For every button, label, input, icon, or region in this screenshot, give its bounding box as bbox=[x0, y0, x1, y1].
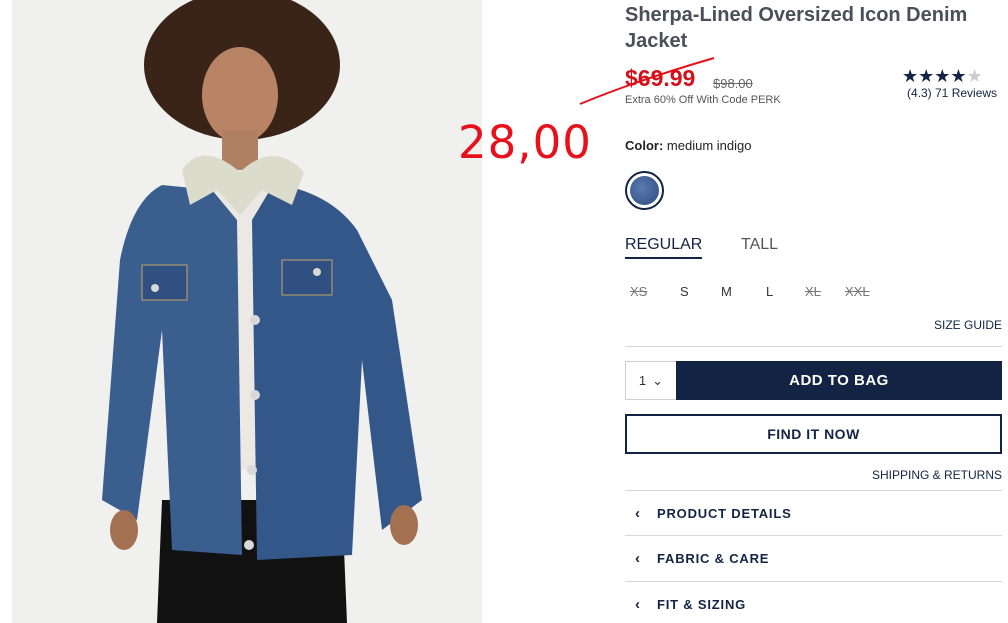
half-star-icon: ★ bbox=[966, 66, 983, 86]
chevron-left-icon: ‹ bbox=[635, 595, 640, 613]
divider bbox=[625, 490, 1002, 491]
fit-tab-regular[interactable]: REGULAR bbox=[625, 236, 703, 259]
divider bbox=[625, 581, 1002, 582]
size-xl[interactable]: XL bbox=[805, 284, 821, 299]
add-to-bag-button[interactable]: ADD TO BAG bbox=[676, 361, 1002, 400]
size-s[interactable]: S bbox=[680, 284, 689, 299]
product-title: Sherpa-Lined Oversized Icon Denim Jacket bbox=[625, 4, 968, 52]
chevron-left-icon: ‹ bbox=[635, 504, 640, 522]
original-price: $98.00 bbox=[713, 76, 753, 91]
size-xs[interactable]: XS bbox=[630, 284, 647, 299]
size-l[interactable]: L bbox=[766, 284, 773, 299]
chevron-down-icon: ⌄ bbox=[652, 372, 664, 388]
sale-price: $69.99 bbox=[625, 65, 696, 91]
size-m[interactable]: M bbox=[721, 284, 732, 299]
swatch-fill bbox=[630, 176, 659, 205]
color-label-row: Color: medium indigo bbox=[625, 138, 751, 153]
size-xxl[interactable]: XXL bbox=[845, 284, 870, 299]
accordion-label: FABRIC & CARE bbox=[657, 550, 770, 566]
find-it-now-button[interactable]: FIND IT NOW bbox=[625, 414, 1002, 454]
promo-text: Extra 60% Off With Code PERK bbox=[625, 94, 781, 106]
size-guide-link[interactable]: SIZE GUIDE bbox=[934, 318, 1002, 332]
rating-stars[interactable]: ★★★★★ bbox=[902, 66, 983, 87]
accordion-product-details[interactable]: ‹ PRODUCT DETAILS bbox=[625, 493, 1002, 533]
reviews-link[interactable]: (4.3) 71 Reviews bbox=[907, 86, 997, 100]
divider bbox=[625, 346, 1002, 347]
product-image[interactable] bbox=[12, 0, 482, 623]
color-swatch-medium-indigo[interactable] bbox=[625, 171, 664, 210]
annotated-price: 28,00 bbox=[458, 116, 592, 169]
color-label: Color: bbox=[625, 138, 664, 153]
shipping-returns-link[interactable]: SHIPPING & RETURNS bbox=[872, 468, 1002, 482]
fit-tab-tall[interactable]: TALL bbox=[741, 236, 778, 254]
color-value: medium indigo bbox=[666, 138, 752, 153]
accordion-label: PRODUCT DETAILS bbox=[657, 505, 792, 521]
quantity-value: 1 bbox=[638, 373, 647, 388]
accordion-fabric-care[interactable]: ‹ FABRIC & CARE bbox=[625, 538, 1002, 578]
divider bbox=[625, 535, 1002, 536]
quantity-select[interactable]: 1 ⌄ bbox=[625, 361, 677, 400]
chevron-left-icon: ‹ bbox=[635, 549, 640, 567]
model-jacket-illustration bbox=[12, 0, 482, 623]
accordion-label: FIT & SIZING bbox=[657, 596, 747, 612]
star-icon: ★★★★ bbox=[902, 66, 967, 86]
accordion-fit-sizing[interactable]: ‹ FIT & SIZING bbox=[625, 584, 1002, 623]
